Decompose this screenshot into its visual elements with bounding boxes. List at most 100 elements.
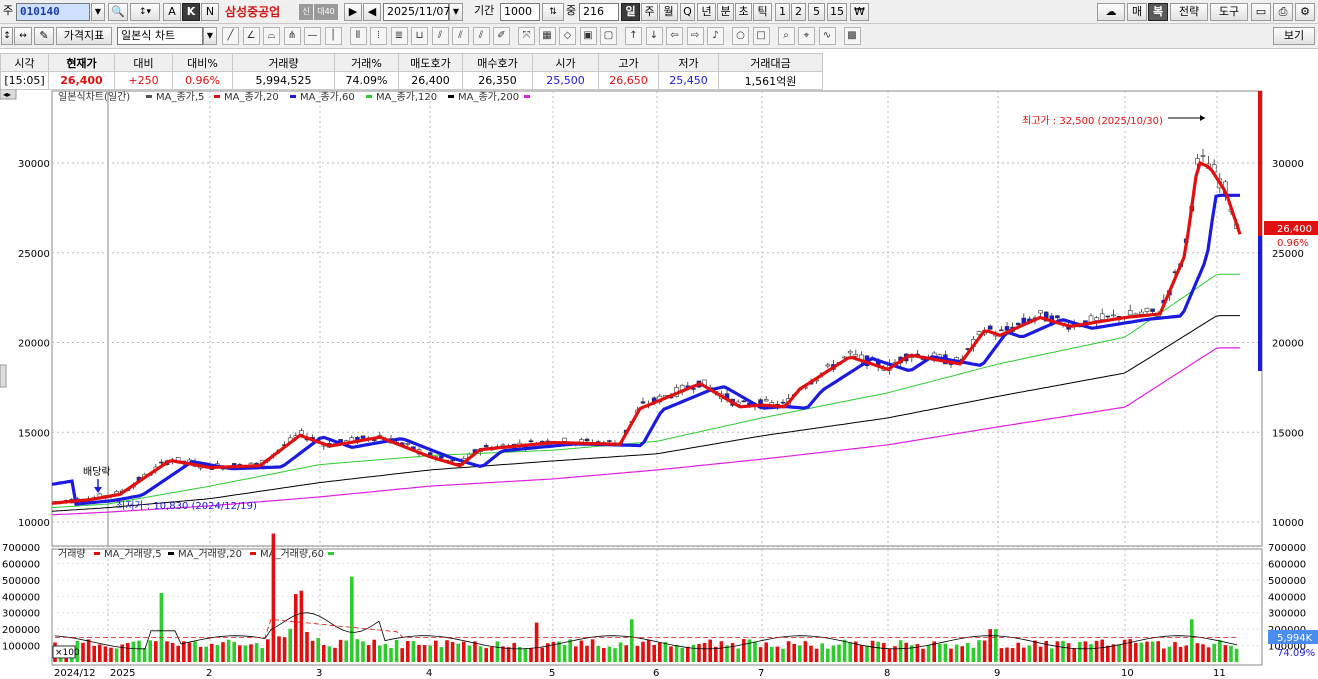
- view-button[interactable]: 보기: [1273, 27, 1315, 45]
- rect-tool-icon[interactable]: ▢: [600, 27, 617, 45]
- line-tool-icon[interactable]: ╱: [222, 27, 239, 45]
- code-type-label: 주: [3, 4, 14, 17]
- period-button-6[interactable]: 초: [735, 3, 752, 21]
- mode-button-a[interactable]: A: [163, 3, 181, 21]
- quote-value-4: 5,994,525: [232, 71, 335, 90]
- order-button[interactable]: 매: [1127, 3, 1147, 21]
- grid-tool-icon[interactable]: ▦: [538, 27, 556, 45]
- right-arrow-icon[interactable]: ⇨: [686, 27, 704, 45]
- volume-bar: [277, 636, 281, 662]
- sort-dropdown-icon[interactable]: ↕▾: [130, 3, 160, 21]
- zoom-icon[interactable]: ⌕: [777, 27, 795, 45]
- volume-pct-value: 74.09%: [1277, 648, 1315, 659]
- volume-bar: [590, 639, 595, 662]
- wave-icon[interactable]: ∿: [818, 27, 836, 45]
- period-button-0[interactable]: 일: [621, 3, 640, 21]
- candle-body: [607, 440, 612, 442]
- date-input[interactable]: 2025/11/07: [383, 3, 450, 21]
- volume-bar: [876, 641, 880, 662]
- period-button-2[interactable]: 월: [659, 3, 678, 21]
- screenshot-icon[interactable]: ▩: [843, 27, 861, 45]
- pitchfork-icon[interactable]: ⫽: [472, 27, 490, 45]
- arc-tool-icon[interactable]: ⌓: [263, 27, 280, 45]
- period-button-10[interactable]: 5: [808, 3, 825, 21]
- channel2-tool-icon[interactable]: ⫽: [452, 27, 469, 45]
- volume-bar: [254, 643, 259, 662]
- volume-bar: [193, 641, 197, 662]
- down-arrow-icon[interactable]: ↓: [645, 27, 663, 45]
- chart-type-dropdown-icon[interactable]: ▼: [203, 27, 217, 45]
- pen-tool-icon[interactable]: ✐: [493, 27, 510, 45]
- count-input[interactable]: 216: [579, 3, 619, 21]
- channel-tool-icon[interactable]: ⫽: [431, 27, 449, 45]
- quote-value-10: 25,450: [658, 71, 719, 90]
- period-button-8[interactable]: 1: [775, 3, 790, 21]
- volume-bar: [798, 645, 802, 662]
- left-right-arrow-icon[interactable]: ↔: [14, 27, 32, 45]
- price-tick-right: 25000: [1272, 249, 1304, 260]
- candle-body: [427, 452, 433, 456]
- strategy-button[interactable]: 전략: [1170, 3, 1208, 21]
- circle-tool-icon[interactable]: ○: [732, 27, 749, 45]
- next-arrow-icon[interactable]: ▶: [344, 3, 362, 21]
- price-chart[interactable]: ◂▸ 2024/12 2025 2 3 4 5 6 7 8 9 10 11 30000 30000 25000…: [0, 89, 1318, 679]
- search-icon[interactable]: 🔍: [108, 3, 128, 21]
- print-icon[interactable]: ⎙: [1273, 3, 1293, 21]
- fib-icon[interactable]: ≣: [390, 27, 408, 45]
- price-tick-left: 15000: [18, 428, 50, 439]
- settings-icon[interactable]: ⚙: [1295, 3, 1315, 21]
- tools-button[interactable]: 도구: [1210, 3, 1248, 21]
- prev-arrow-icon[interactable]: ◀: [363, 3, 381, 21]
- period-button-7[interactable]: 틱: [753, 3, 772, 21]
- quote-header-0: 시각: [0, 53, 49, 72]
- quote-table: 시각 현재가 대비 대비% 거래량 거래% 매도호가 매수호가 시가 고가 저가 거래대금 [15:0…: [0, 53, 823, 90]
- note-icon[interactable]: ♪: [707, 27, 724, 45]
- box-tool-icon[interactable]: ⊔: [411, 27, 428, 45]
- period-button-3[interactable]: Q: [680, 3, 695, 21]
- eraser-icon[interactable]: ◇: [559, 27, 576, 45]
- period-button-5[interactable]: 분: [717, 3, 734, 21]
- stock-name: 삼성중공업: [225, 5, 281, 19]
- brush-tool-icon[interactable]: ⤧: [518, 27, 535, 45]
- square-tool-icon[interactable]: □: [752, 27, 770, 45]
- volume-bar: [758, 647, 763, 662]
- period-spin-icon[interactable]: ⇅: [542, 3, 564, 21]
- chart-area[interactable]: ◂▸ 2024/12 2025 2 3 4 5 6 7 8 9 10 11 30000 30000 25000…: [0, 89, 1318, 679]
- volume-bar: [394, 639, 399, 662]
- period-button-4[interactable]: 년: [697, 3, 716, 21]
- cloud-icon[interactable]: ☁: [1097, 3, 1125, 21]
- vline-tool-icon[interactable]: │: [324, 27, 342, 45]
- chart-type-select[interactable]: 일본식 차트: [117, 27, 203, 45]
- volume-bar: [882, 643, 886, 662]
- fan-tool-icon[interactable]: ⋔: [283, 27, 301, 45]
- volume-bar: [366, 645, 371, 662]
- fib-time-icon[interactable]: ⦙: [370, 27, 387, 45]
- folder-icon[interactable]: ▭: [1251, 3, 1271, 21]
- code-dropdown-icon[interactable]: ▼: [91, 3, 105, 21]
- mode-button-n[interactable]: N: [201, 3, 219, 21]
- up-down-arrow-icon[interactable]: ↕: [1, 27, 13, 45]
- mode-button-k[interactable]: K: [182, 3, 200, 21]
- volume-tick-left: 300000: [2, 609, 40, 620]
- cycle-tool-icon[interactable]: ⦀: [349, 27, 367, 45]
- period-button-9[interactable]: 2: [791, 3, 806, 21]
- date-dropdown-icon[interactable]: ▼: [449, 3, 463, 21]
- hline-tool-icon[interactable]: —: [304, 27, 321, 45]
- period-button-12[interactable]: ₩: [850, 3, 869, 21]
- compound-button[interactable]: 복: [1148, 3, 1168, 21]
- candle-body: [1004, 326, 1010, 331]
- quote-value-0: [15:05]: [0, 71, 49, 90]
- stock-code-input[interactable]: 010140: [16, 3, 90, 21]
- vol-legend-item-0: 거래량: [58, 548, 86, 560]
- period-button-1[interactable]: 주: [641, 3, 658, 21]
- period-button-11[interactable]: 15: [827, 3, 847, 21]
- angle-tool-icon[interactable]: ∠: [242, 27, 260, 45]
- edit-icon[interactable]: ✎: [34, 27, 54, 45]
- frame-tool-icon[interactable]: ▣: [579, 27, 597, 45]
- target-icon[interactable]: ⌖: [798, 27, 815, 45]
- period-input[interactable]: 1000: [500, 3, 540, 21]
- indicator-button[interactable]: 가격지표: [56, 27, 112, 45]
- left-arrow-icon[interactable]: ⇦: [666, 27, 683, 45]
- up-arrow-icon[interactable]: ↑: [625, 27, 642, 45]
- volume-bar: [372, 639, 376, 662]
